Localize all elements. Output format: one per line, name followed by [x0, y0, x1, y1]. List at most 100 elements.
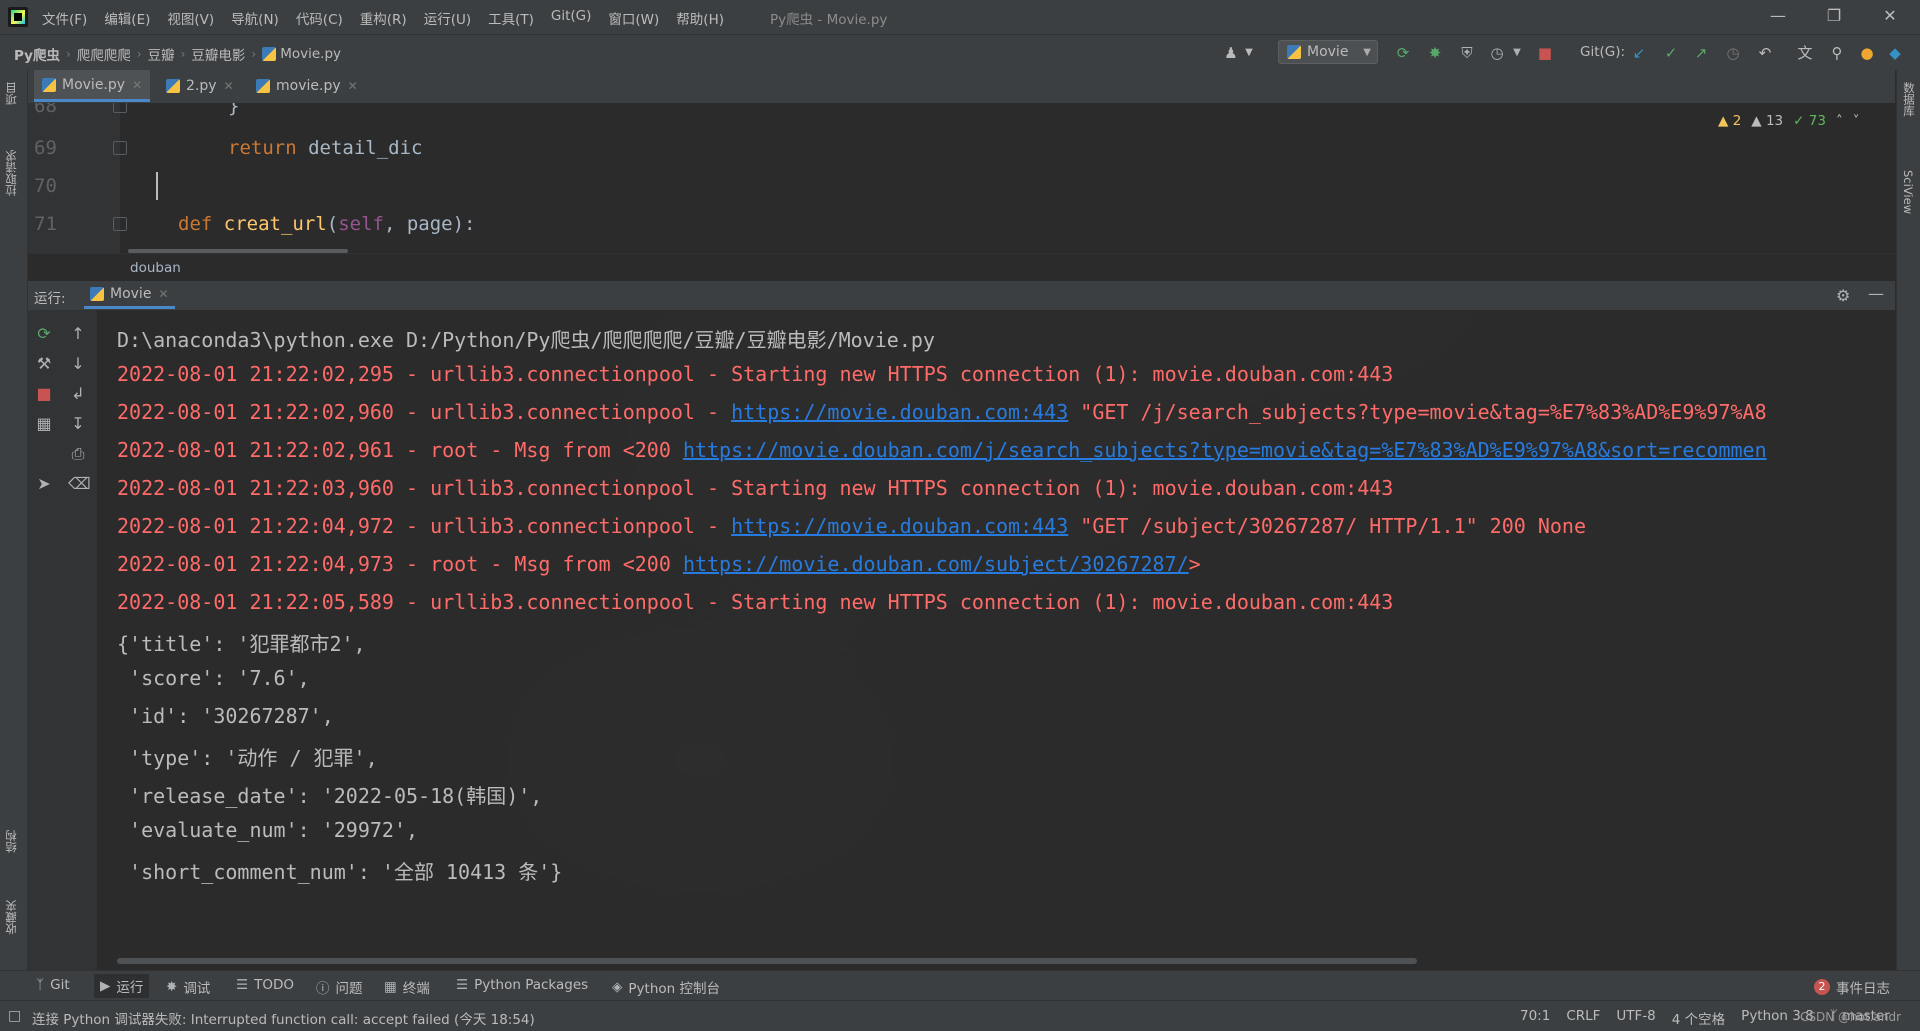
close-icon[interactable]: ✕ — [1880, 6, 1900, 26]
scroll-to-end-icon[interactable]: ↧ — [68, 414, 88, 434]
pull-requests-tool-button[interactable]: 拉取请求 — [3, 150, 19, 196]
breadcrumb-folder-1[interactable]: 爬爬爬爬 — [77, 44, 131, 64]
chevron-down-icon[interactable]: ▼ — [1508, 44, 1526, 62]
tab-run[interactable]: ▶ 运行 — [94, 974, 150, 998]
run-console[interactable]: D:\anaconda3\python.exe D:/Python/Py爬虫/爬… — [97, 310, 1895, 970]
jetbrains-icon[interactable]: ◆ — [1886, 44, 1904, 62]
profile-icon[interactable]: ◷ — [1488, 44, 1506, 62]
menu-navigate[interactable]: 导航(N) — [231, 8, 279, 28]
menu-git[interactable]: Git(G) — [551, 8, 592, 28]
soft-wrap-icon[interactable]: ↲ — [68, 384, 88, 404]
layout-icon[interactable]: ▦ — [34, 414, 54, 434]
menu-run[interactable]: 运行(U) — [424, 8, 471, 28]
menu-edit[interactable]: 编辑(E) — [104, 8, 150, 28]
menu-window[interactable]: 窗口(W) — [608, 8, 659, 28]
tab-git[interactable]: ᛉ Git — [36, 977, 70, 993]
git-push-arrow-icon[interactable]: ↗ — [1692, 44, 1710, 62]
tab-debug[interactable]: ✸ 调试 — [166, 977, 210, 997]
tab-label: 调试 — [183, 981, 211, 997]
caret-position[interactable]: 70:1 — [1520, 1008, 1550, 1028]
arrow-down-icon[interactable]: ↓ — [68, 354, 88, 374]
stop-icon[interactable]: ■ — [34, 384, 54, 404]
breadcrumb-folder-3[interactable]: 豆瓣电影 — [191, 44, 245, 64]
pin-icon[interactable]: ➤ — [34, 474, 54, 494]
console-link[interactable]: https://movie.douban.com:443 — [731, 400, 1068, 424]
breadcrumb-project[interactable]: Py爬虫 — [14, 44, 60, 64]
tab-terminal[interactable]: ▦ 终端 — [384, 977, 430, 997]
menu-file[interactable]: 文件(F) — [42, 8, 87, 28]
close-tab-icon[interactable]: ✕ — [132, 78, 142, 92]
tab-problems[interactable]: ⓘ 问题 — [316, 977, 363, 997]
chevron-down-icon[interactable]: ▼ — [1240, 44, 1258, 62]
editor-tab-movie-py[interactable]: Movie.py ✕ — [34, 70, 151, 102]
editor-tab-movie-py-lower[interactable]: movie.py ✕ — [248, 70, 366, 102]
status-message[interactable]: 连接 Python 调试器失败: Interrupted function ca… — [32, 1008, 535, 1028]
git-commit-check-icon[interactable]: ✓ — [1662, 44, 1680, 62]
editor-tab-label: Movie.py — [62, 76, 126, 93]
panel-toggle-icon[interactable]: □ — [8, 1008, 21, 1024]
chevron-down-icon[interactable]: ˅ — [1853, 113, 1860, 129]
fold-marker-icon[interactable] — [113, 141, 127, 155]
hide-panel-icon[interactable]: — — [1868, 284, 1884, 303]
print-icon[interactable]: ⎙ — [68, 444, 88, 464]
debug-bug-icon[interactable]: ✸ — [1426, 44, 1444, 62]
rerun-icon[interactable]: ⟳ — [34, 324, 54, 344]
project-tool-button[interactable]: 项目 — [3, 82, 19, 105]
tab-todo[interactable]: ☰ TODO — [236, 977, 294, 993]
menu-code[interactable]: 代码(C) — [296, 8, 343, 28]
wrench-icon[interactable]: ⚒ — [34, 354, 54, 374]
close-tab-icon[interactable]: ✕ — [224, 79, 234, 93]
restore-icon[interactable]: ❐ — [1824, 6, 1844, 26]
stop-icon[interactable]: ■ — [1536, 44, 1554, 62]
line-separator[interactable]: CRLF — [1566, 1008, 1600, 1028]
code-editor[interactable]: 68 } 69 return detail_dic 70 71 def crea… — [28, 103, 1895, 253]
console-horizontal-scrollbar[interactable] — [117, 958, 1417, 964]
menu-view[interactable]: 视图(V) — [167, 8, 214, 28]
run-tab-movie[interactable]: Movie ✕ — [84, 281, 175, 309]
menu-refactor[interactable]: 重构(R) — [360, 8, 407, 28]
event-log-button[interactable]: 2 事件日志 — [1814, 977, 1890, 997]
list-icon: ☰ — [236, 977, 249, 993]
indent-setting[interactable]: 4 个空格 — [1672, 1008, 1725, 1028]
fold-marker-icon[interactable] — [113, 217, 127, 231]
favorites-tool-button[interactable]: 收藏夹 — [3, 900, 19, 935]
update-circle-icon[interactable]: ● — [1858, 44, 1876, 62]
console-link[interactable]: https://movie.douban.com/subject/3026728… — [683, 552, 1189, 576]
left-tool-strip: 项目 拉取请求 结构 收藏夹 — [0, 70, 28, 970]
console-line: 2022-08-01 21:22:02,295 - urllib3.connec… — [117, 362, 1394, 386]
search-icon[interactable]: ⚲ — [1828, 44, 1846, 62]
tab-python-packages[interactable]: ☰ Python Packages — [456, 977, 588, 993]
coverage-shield-icon[interactable]: ⛨ — [1458, 44, 1476, 62]
breadcrumb-file[interactable]: Movie.py — [280, 46, 341, 62]
breadcrumb-folder-2[interactable]: 豆瓣 — [148, 44, 175, 64]
fold-marker-icon[interactable] — [113, 103, 127, 113]
editor-tab-2-py[interactable]: 2.py ✕ — [158, 70, 242, 102]
close-tab-icon[interactable]: ✕ — [348, 79, 358, 93]
chevron-up-icon[interactable]: ˄ — [1836, 113, 1843, 129]
git-update-arrow-icon[interactable]: ↙ — [1630, 44, 1648, 62]
sciview-tool-button[interactable]: SciView — [1901, 170, 1915, 214]
database-tool-button[interactable]: 数据库 — [1901, 82, 1917, 117]
minimize-icon[interactable]: — — [1768, 6, 1788, 26]
python-file-icon — [262, 47, 277, 61]
rollback-icon[interactable]: ↶ — [1756, 44, 1774, 62]
run-tab-label: Movie — [110, 285, 152, 302]
translate-icon[interactable]: 文 — [1796, 44, 1814, 62]
menu-help[interactable]: 帮助(H) — [676, 8, 724, 28]
history-clock-icon[interactable]: ◷ — [1724, 44, 1742, 62]
run-configuration-select[interactable]: Movie ▼ — [1278, 40, 1378, 64]
gear-icon[interactable]: ⚙ — [1836, 286, 1850, 305]
console-link[interactable]: https://movie.douban.com:443 — [731, 514, 1068, 538]
trash-icon[interactable]: ⌫ — [68, 474, 91, 494]
rerun-icon[interactable]: ⟳ — [1394, 44, 1412, 62]
user-icon[interactable]: ♟ — [1222, 44, 1240, 62]
code-breadcrumb-class[interactable]: douban — [130, 260, 181, 276]
structure-tool-button[interactable]: 结构 — [3, 830, 19, 853]
file-encoding[interactable]: UTF-8 — [1616, 1008, 1655, 1028]
arrow-up-icon[interactable]: ↑ — [68, 324, 88, 344]
inspection-widget[interactable]: ▲ 2 ▲ 13 ✓ 73 ˄ ˅ — [1718, 113, 1859, 129]
close-tab-icon[interactable]: ✕ — [158, 287, 168, 301]
console-link[interactable]: https://movie.douban.com/j/search_subjec… — [683, 438, 1767, 462]
menu-tools[interactable]: 工具(T) — [488, 8, 534, 28]
tab-python-console[interactable]: ◈ Python 控制台 — [612, 977, 720, 997]
